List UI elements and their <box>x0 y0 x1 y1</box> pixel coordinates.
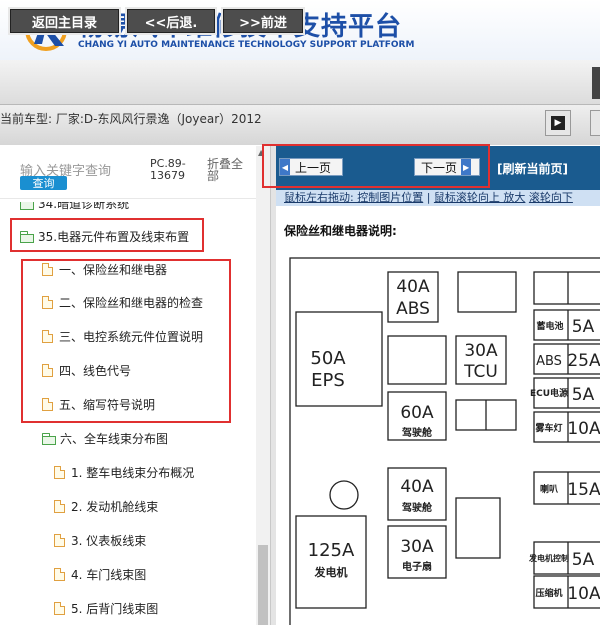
document-icon <box>54 533 65 547</box>
tree-item-label: 2. 发动机舱线束 <box>71 499 159 514</box>
arrow-right-icon: ▶ <box>551 116 565 130</box>
refresh-page-link[interactable]: [刷新当前页] <box>497 160 568 177</box>
car-info-bar: 当前车型: 厂家:D-东风风行景逸（Joyear）2012 <box>0 105 600 145</box>
nav-button-partial[interactable] <box>592 67 600 99</box>
folder-icon <box>20 202 34 210</box>
relay-label: ECU电源 <box>530 387 568 399</box>
relay-label: 蓄电池 <box>536 320 563 332</box>
tree-subitem[interactable]: 4. 车门线束图 <box>54 565 146 583</box>
fuse-label: 电子扇 <box>402 560 432 573</box>
fuse-label: 125A <box>308 540 355 561</box>
fuse-label: 60A <box>400 403 434 423</box>
folder-open-icon <box>42 432 56 445</box>
relay-label: 发电机控制 <box>528 553 569 563</box>
tree-item-label: 5. 后背门线束图 <box>71 601 159 616</box>
relay-value: 10A <box>567 584 600 604</box>
relay-value: 5A <box>572 550 595 570</box>
fuse-label: 40A <box>400 477 434 497</box>
viewer-hint-bar: 鼠标左右拖动: 控制图片位置 | 鼠标滚轮向上 放大 滚轮向下 <box>276 190 600 206</box>
fuse-label: 发电机 <box>314 565 348 579</box>
tree-subitem[interactable]: 1. 整车电线束分布概况 <box>54 463 194 481</box>
toggle-panel-button[interactable]: ▶ <box>545 110 571 136</box>
home-button[interactable]: 返回主目录 <box>8 7 121 35</box>
highlight-items-box <box>21 259 231 423</box>
tree-subsection-harness[interactable]: 六、全车线束分布图 <box>42 429 168 447</box>
divider <box>0 198 256 199</box>
relay-value: 5A <box>572 317 595 337</box>
relay-value: 5A <box>572 385 595 405</box>
fuse-label: 驾驶舱 <box>401 426 433 439</box>
relay-value: 25A <box>567 351 600 371</box>
fuse-label: ABS <box>396 299 430 319</box>
tree-item-label: 4. 车门线束图 <box>71 567 147 582</box>
document-icon <box>54 499 65 513</box>
forward-button[interactable]: >>前进 <box>221 7 305 35</box>
app-subtitle: CHANG YI AUTO MAINTENANCE TECHNOLOGY SUP… <box>78 40 415 50</box>
fuse-label: 30A <box>464 341 498 361</box>
tree-subitem[interactable]: 5. 后背门线束图 <box>54 599 158 617</box>
relay-label: ABS <box>536 354 562 369</box>
pc-code-label: PC.89-13679 <box>150 157 186 182</box>
relay-label: 喇叭 <box>540 483 558 495</box>
relay-value: 10A <box>567 419 600 439</box>
tree-item-label: 3. 仪表板线束 <box>71 533 147 548</box>
fuse-box-diagram[interactable]: 40A ABS 50A EPS 30A TCU 60A 驾驶舱 40A 驾驶舱 … <box>276 206 600 625</box>
relay-value: 15A <box>567 480 600 500</box>
fuse-label: EPS <box>311 370 345 391</box>
document-icon <box>54 567 65 581</box>
fuse-label: 30A <box>400 537 434 557</box>
tree-subitem[interactable]: 3. 仪表板线束 <box>54 531 146 549</box>
document-icon <box>54 465 65 479</box>
relay-label: 雾车灯 <box>534 422 562 434</box>
current-car-text: 当前车型: 厂家:D-东风风行景逸（Joyear）2012 <box>0 112 262 126</box>
fuse-label: TCU <box>463 362 498 382</box>
collapse-all-button[interactable]: 折叠全部 <box>207 158 245 182</box>
relay-label: 压缩机 <box>535 587 562 599</box>
scrollbar-thumb[interactable] <box>258 545 268 625</box>
tree-subitem[interactable]: 2. 发动机舱线束 <box>54 497 158 515</box>
highlight-pager-box <box>262 144 490 188</box>
fuse-label: 40A <box>396 277 430 297</box>
panel-button-partial[interactable] <box>590 110 600 136</box>
tree-item-label: 1. 整车电线束分布概况 <box>71 465 195 480</box>
search-button[interactable]: 查询 <box>20 176 67 190</box>
fuse-label: 驾驶舱 <box>401 501 433 514</box>
back-button[interactable]: <<后退. <box>125 7 217 35</box>
highlight-section-box <box>10 218 204 252</box>
tree-subsection-label: 六、全车线束分布图 <box>60 431 169 446</box>
nav-bar <box>0 60 600 105</box>
document-icon <box>54 601 65 615</box>
fuse-label: 50A <box>310 348 346 369</box>
